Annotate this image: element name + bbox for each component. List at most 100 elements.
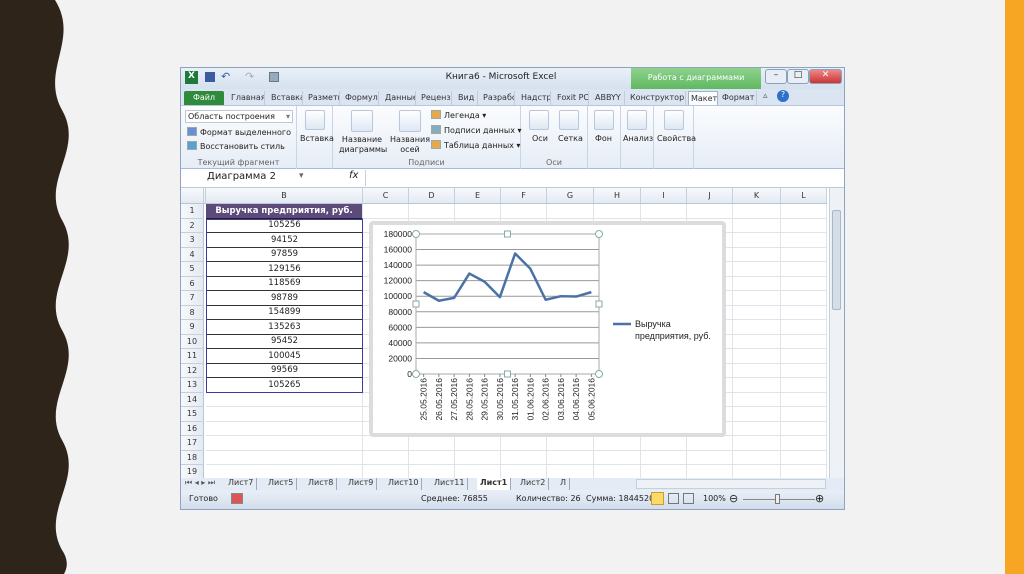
row-header-12[interactable]: 12: [181, 363, 204, 378]
cell[interactable]: [641, 465, 687, 478]
row-header-11[interactable]: 11: [181, 349, 204, 364]
insert-function-icon[interactable]: fx: [349, 170, 358, 181]
cell[interactable]: [781, 436, 827, 451]
sheet-tab-4[interactable]: Лист9: [345, 478, 378, 490]
cell[interactable]: [594, 436, 641, 451]
chart-elements-dropdown[interactable]: Область построения ▾: [185, 110, 293, 123]
chart-title-button[interactable]: Название диаграммы: [339, 135, 387, 155]
tab-15[interactable]: Формат: [720, 91, 757, 105]
sheet-tab-6[interactable]: Лист11: [431, 478, 469, 490]
cell[interactable]: [781, 262, 827, 277]
cell[interactable]: [501, 465, 547, 478]
sheet-tab-8[interactable]: Лист2: [517, 478, 550, 490]
cell[interactable]: [687, 204, 733, 219]
row-header-2[interactable]: 2: [181, 218, 204, 233]
cell[interactable]: [733, 436, 781, 451]
cell[interactable]: [547, 465, 594, 478]
row-header-19[interactable]: 19: [181, 465, 204, 478]
cell[interactable]: [733, 392, 781, 407]
cell[interactable]: [206, 465, 363, 478]
cell[interactable]: [733, 247, 781, 262]
column-header-D[interactable]: D: [409, 188, 455, 204]
row-header-8[interactable]: 8: [181, 305, 204, 320]
table-header-cell[interactable]: Выручка предприятия, руб.: [206, 204, 363, 219]
tab-6[interactable]: Данные: [383, 91, 416, 105]
cell[interactable]: [455, 204, 501, 219]
cell[interactable]: [501, 450, 547, 465]
legend-button[interactable]: Легенда ▾: [431, 110, 486, 120]
quick-access-icon[interactable]: [269, 72, 279, 82]
cell[interactable]: [733, 450, 781, 465]
cell[interactable]: [455, 436, 501, 451]
horizontal-scrollbar[interactable]: [636, 479, 826, 489]
cell[interactable]: [733, 407, 781, 422]
cell[interactable]: [733, 421, 781, 436]
insert-button[interactable]: Вставка: [297, 106, 334, 169]
row-header-14[interactable]: 14: [181, 392, 204, 407]
cell[interactable]: [641, 204, 687, 219]
row-header-7[interactable]: 7: [181, 291, 204, 306]
cell[interactable]: [206, 450, 363, 465]
cell[interactable]: [781, 291, 827, 306]
cell[interactable]: [409, 450, 455, 465]
tab-9[interactable]: Разрабо: [481, 91, 515, 105]
cell[interactable]: [781, 363, 827, 378]
cell[interactable]: [733, 262, 781, 277]
save-icon[interactable]: [205, 72, 215, 82]
gridlines-button[interactable]: Сетка: [558, 134, 583, 143]
row-header-3[interactable]: 3: [181, 233, 204, 248]
row-header-5[interactable]: 5: [181, 262, 204, 277]
column-header-I[interactable]: I: [641, 188, 687, 204]
tab-4[interactable]: Разметка: [306, 91, 340, 105]
cell[interactable]: [206, 407, 363, 422]
cell[interactable]: [363, 450, 409, 465]
cell[interactable]: [409, 204, 455, 219]
normal-view-icon[interactable]: [651, 492, 664, 505]
sheet-tab-7[interactable]: Лист1: [477, 478, 512, 490]
cell[interactable]: [781, 334, 827, 349]
cell[interactable]: [641, 450, 687, 465]
sheet-tab-2[interactable]: Лист5: [265, 478, 298, 490]
row-header-18[interactable]: 18: [181, 450, 204, 465]
cell[interactable]: [733, 378, 781, 393]
cell[interactable]: [733, 291, 781, 306]
column-header-L[interactable]: L: [781, 188, 827, 204]
tab-12[interactable]: ABBYY P: [593, 91, 625, 105]
cell[interactable]: [781, 204, 827, 219]
row-header-17[interactable]: 17: [181, 436, 204, 451]
cell[interactable]: [781, 421, 827, 436]
cell[interactable]: [781, 349, 827, 364]
analysis-button[interactable]: Анализ: [621, 106, 654, 169]
close-button[interactable]: ✕: [809, 69, 842, 84]
zoom-slider-handle[interactable]: [775, 494, 780, 504]
cell[interactable]: [733, 218, 781, 233]
tab-7[interactable]: Рецензи: [419, 91, 452, 105]
reset-style-button[interactable]: Восстановить стиль: [187, 141, 285, 151]
row-header-16[interactable]: 16: [181, 421, 204, 436]
cell[interactable]: [594, 450, 641, 465]
macro-record-icon[interactable]: [231, 493, 243, 504]
cell[interactable]: [733, 233, 781, 248]
select-all-corner[interactable]: [181, 188, 204, 204]
data-table-button[interactable]: Таблица данных ▾: [431, 140, 520, 150]
properties-button[interactable]: Свойства: [654, 106, 696, 169]
cell[interactable]: [206, 421, 363, 436]
column-header-K[interactable]: K: [733, 188, 781, 204]
background-button[interactable]: Фон: [588, 106, 621, 169]
row-header-9[interactable]: 9: [181, 320, 204, 335]
cell[interactable]: [594, 465, 641, 478]
row-header-1[interactable]: 1: [181, 204, 204, 219]
cell[interactable]: [687, 436, 733, 451]
page-break-icon[interactable]: [683, 493, 694, 504]
sheet-tab-3[interactable]: Лист8: [305, 478, 338, 490]
axes-button[interactable]: Оси: [532, 134, 548, 143]
cell[interactable]: [781, 378, 827, 393]
cell[interactable]: [733, 334, 781, 349]
cell[interactable]: [781, 407, 827, 422]
undo-icon[interactable]: ↶: [221, 70, 230, 83]
tab-11[interactable]: Foxit PC: [555, 91, 589, 105]
sheet-nav-arrows-icon[interactable]: ⏮ ◂ ▸ ⏭: [185, 478, 215, 488]
scrollbar-thumb[interactable]: [832, 210, 841, 310]
cell[interactable]: [733, 363, 781, 378]
cell[interactable]: [409, 436, 455, 451]
